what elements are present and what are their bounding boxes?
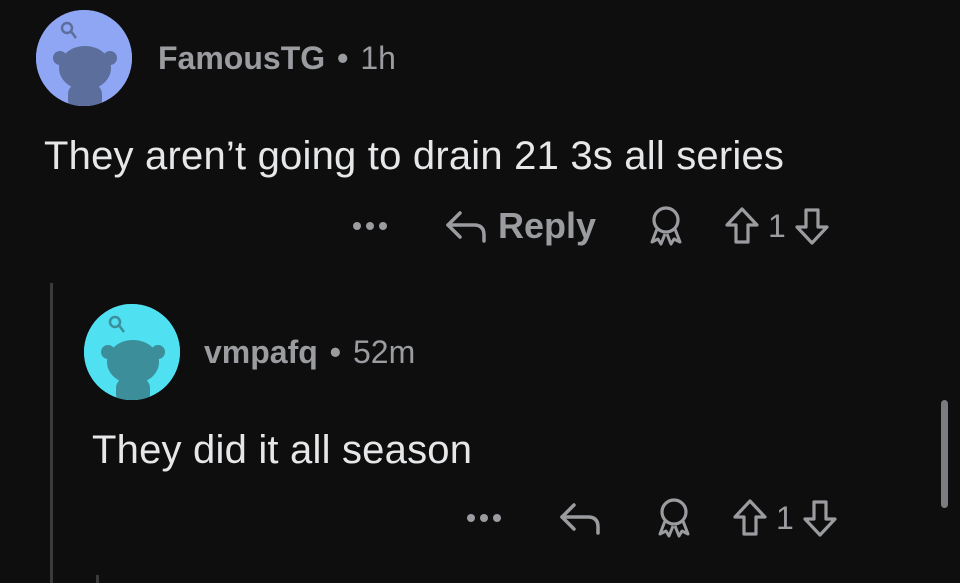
username[interactable]: vmpafq xyxy=(204,334,318,371)
thread-line[interactable] xyxy=(50,283,53,583)
comment-text: They did it all season xyxy=(92,428,473,472)
snoo-avatar-icon xyxy=(36,10,132,106)
more-icon xyxy=(353,222,387,230)
avatar[interactable] xyxy=(36,10,132,106)
vote-count: 1 xyxy=(768,207,786,244)
award-icon xyxy=(650,206,682,246)
comment-actions: 1 xyxy=(464,496,838,540)
vote-count: 1 xyxy=(776,499,794,536)
avatar[interactable] xyxy=(84,304,180,400)
timestamp: 52m xyxy=(353,333,416,370)
upvote-button[interactable] xyxy=(732,498,768,538)
comment-meta: FamousTG • 1h xyxy=(158,38,396,78)
award-button[interactable] xyxy=(646,204,686,248)
comment-text: They aren’t going to drain 21 3s all ser… xyxy=(44,134,785,178)
reply-label: Reply xyxy=(498,205,597,246)
username[interactable]: FamousTG xyxy=(158,40,325,77)
meta-separator: • xyxy=(329,333,341,370)
reply-button[interactable] xyxy=(558,499,602,537)
upvote-arrow-icon xyxy=(725,207,759,244)
upvote-arrow-icon xyxy=(733,499,767,536)
downvote-arrow-icon xyxy=(795,208,829,245)
award-button[interactable] xyxy=(654,496,694,540)
downvote-button[interactable] xyxy=(794,206,830,246)
more-icon xyxy=(467,514,501,522)
scrollbar-thumb[interactable] xyxy=(941,400,948,508)
more-options-button[interactable] xyxy=(350,221,390,231)
downvote-arrow-icon xyxy=(803,500,837,537)
downvote-button[interactable] xyxy=(802,498,838,538)
nested-thread-line[interactable] xyxy=(96,575,99,583)
reply-arrow-icon xyxy=(446,211,486,243)
award-icon xyxy=(658,498,690,538)
meta-separator: • xyxy=(337,39,349,76)
reply-arrow-icon xyxy=(560,503,600,535)
comment-meta: vmpafq • 52m xyxy=(204,332,415,372)
snoo-avatar-icon xyxy=(84,304,180,400)
upvote-button[interactable] xyxy=(724,206,760,246)
comment-thread: FamousTG • 1h They aren’t going to drain… xyxy=(0,0,960,583)
more-options-button[interactable] xyxy=(464,513,504,523)
reply-button[interactable]: Reply xyxy=(444,205,596,247)
comment-actions: Reply 1 xyxy=(350,204,830,248)
timestamp: 1h xyxy=(360,39,396,76)
